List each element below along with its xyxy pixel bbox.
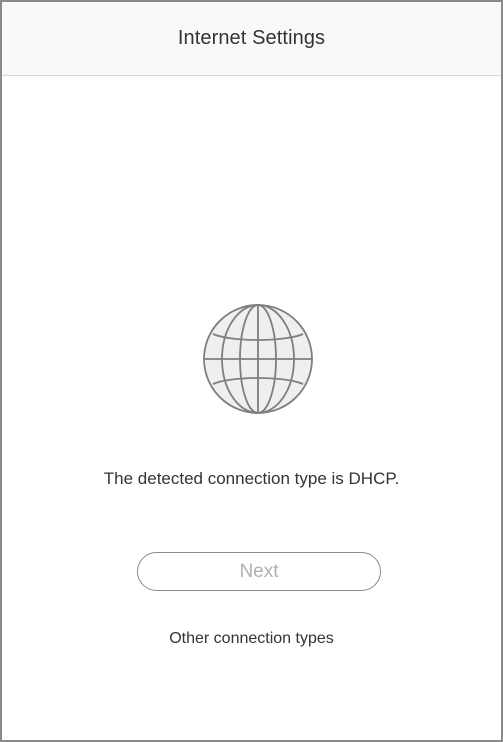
next-button[interactable]: Next	[137, 552, 381, 591]
globe-icon	[201, 302, 315, 416]
internet-settings-screen: Internet Settings The detected connectio…	[0, 0, 503, 742]
connection-type-message: The detected connection type is DHCP.	[103, 469, 400, 488]
header-bar: Internet Settings	[2, 2, 501, 76]
other-connection-types-link[interactable]: Other connection types	[2, 630, 501, 648]
page-title: Internet Settings	[177, 27, 326, 49]
